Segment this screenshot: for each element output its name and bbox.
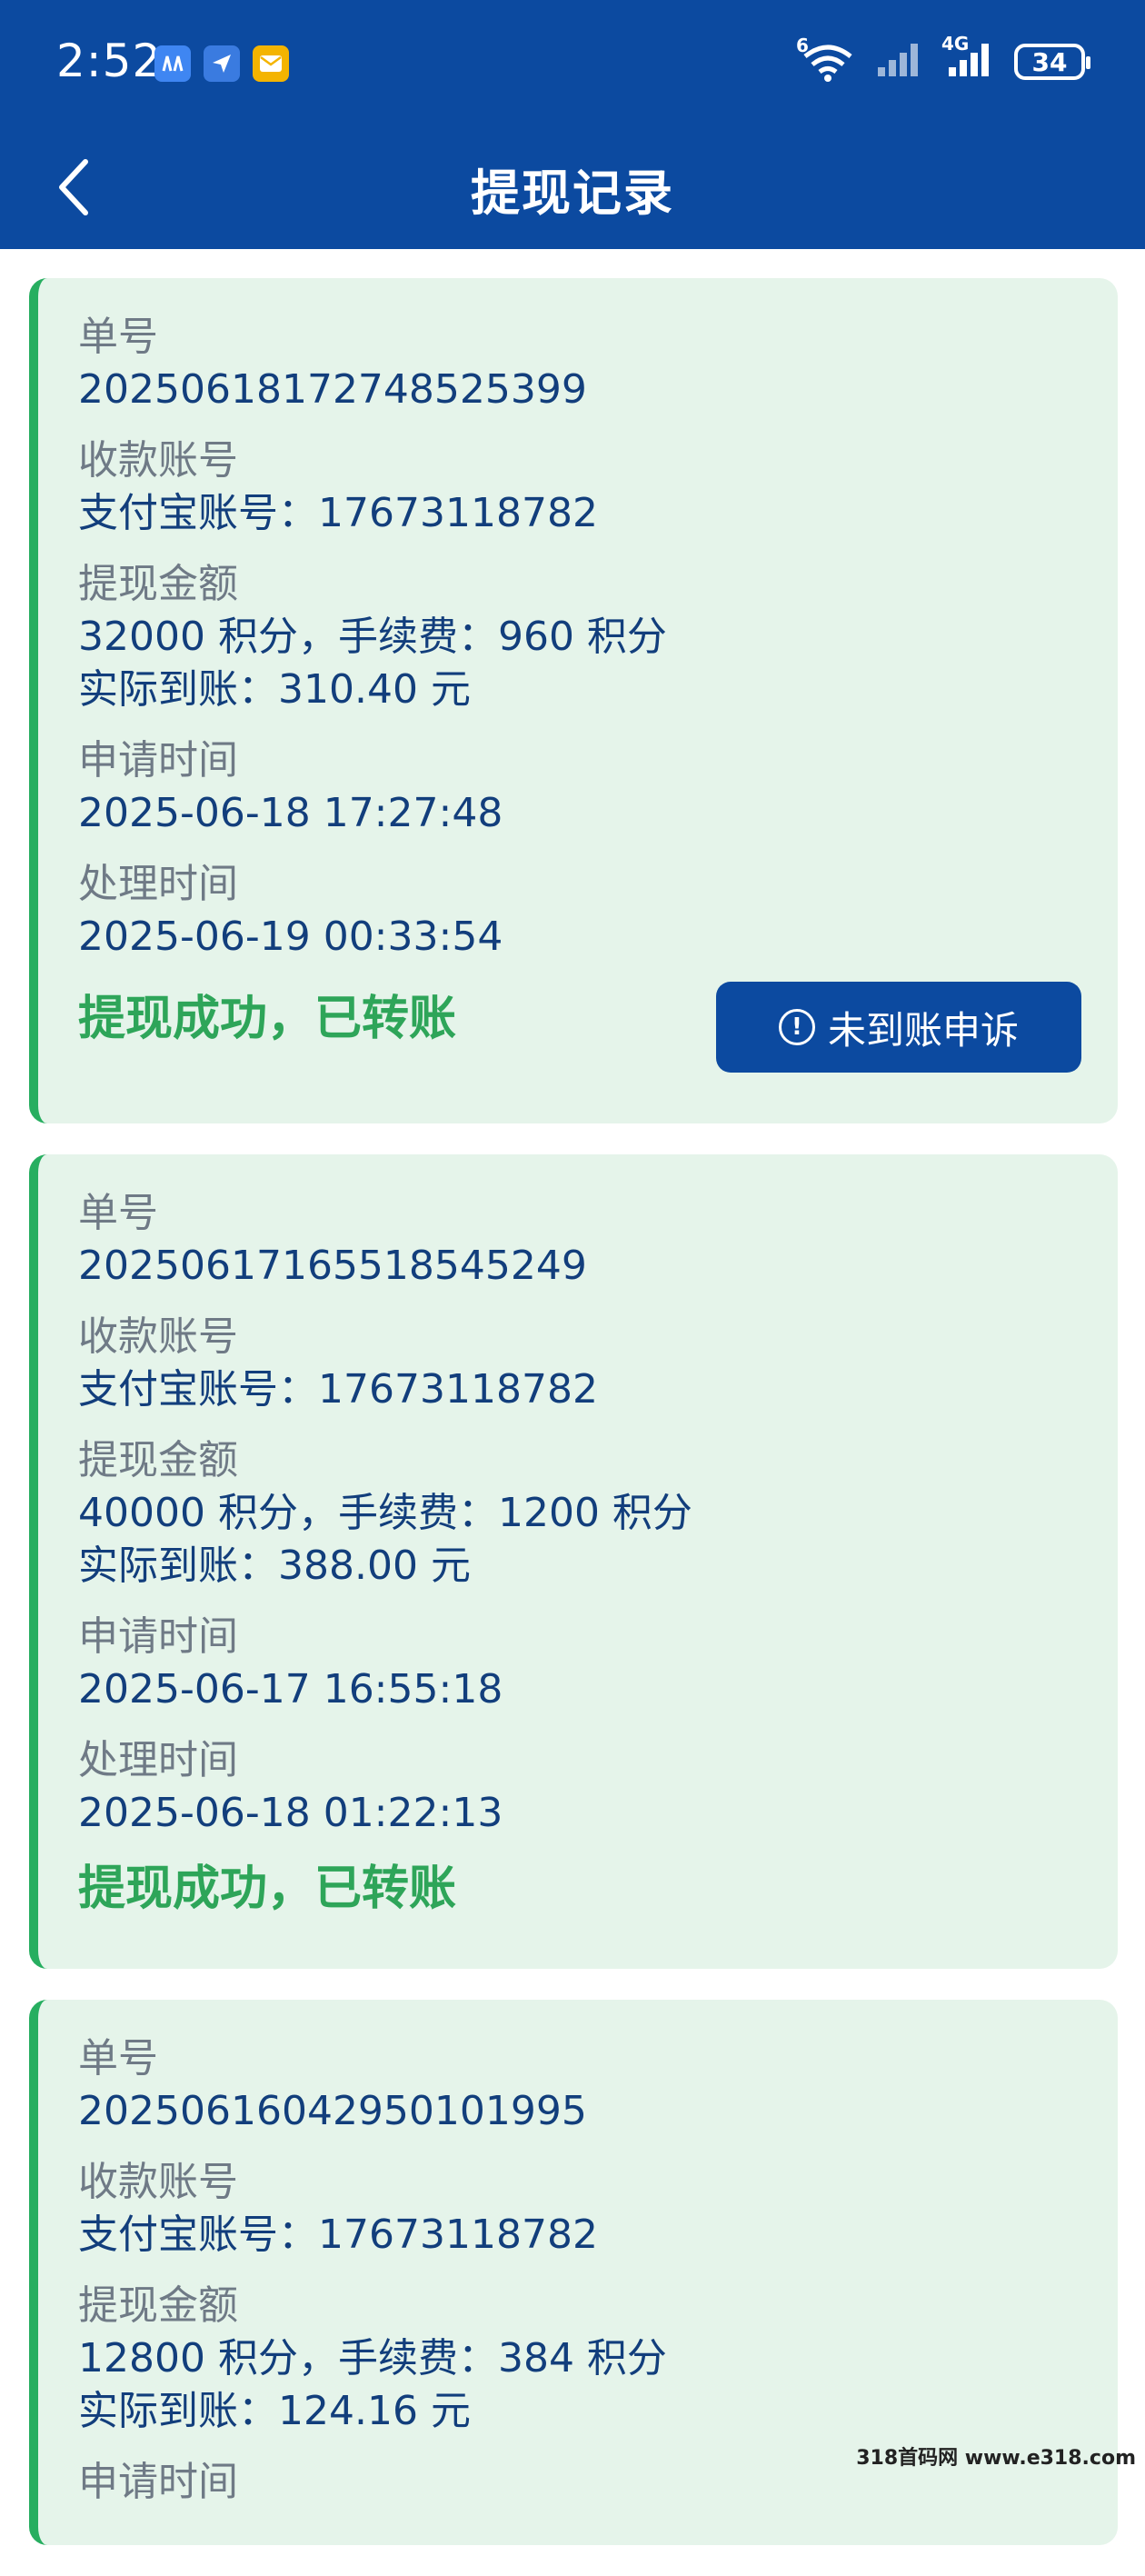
order-no-label: 单号 [78, 1190, 158, 1236]
wifi-tag: 6 [796, 35, 809, 56]
order-no-value: 20250618172748525399 [78, 366, 587, 413]
amount-value: 40000 积分，手续费：1200 积分 [78, 1490, 692, 1536]
received-value: 实际到账：388.00 元 [78, 1543, 471, 1589]
amount-label: 提现金额 [78, 561, 238, 607]
received-value: 实际到账：124.16 元 [78, 2388, 471, 2434]
record-list[interactable]: 单号 20250618172748525399 收款账号 支付宝账号：17673… [29, 278, 1118, 2576]
apply-time-value: 2025-06-17 16:55:18 [78, 1666, 503, 1712]
page-title: 提现记录 [471, 165, 674, 222]
cell-signal-icon-2: 4G [941, 33, 994, 82]
received-value: 实际到账：310.40 元 [78, 666, 471, 713]
status-row: 提现成功，已转账 [78, 1854, 1081, 1916]
status-text: 提现成功，已转账 [78, 991, 457, 1046]
account-value: 支付宝账号：17673118782 [78, 1366, 598, 1413]
apply-time-label: 申请时间 [78, 737, 238, 784]
battery-icon: 34 [1014, 44, 1090, 80]
process-time-value: 2025-06-18 01:22:13 [78, 1790, 503, 1836]
record-card: 单号 20250618172748525399 收款账号 支付宝账号：17673… [29, 278, 1118, 1123]
wifi-icon: 6 [796, 35, 856, 82]
appeal-button[interactable]: ! 未到账申诉 [716, 982, 1081, 1073]
status-time: 2:52 [56, 35, 163, 87]
account-label: 收款账号 [78, 437, 238, 484]
send-icon [204, 45, 240, 82]
amount-value: 12800 积分，手续费：384 积分 [78, 2335, 667, 2381]
status-row: 提现成功，已转账 ! 未到账申诉 [78, 982, 1081, 1073]
order-no-label: 单号 [78, 314, 158, 360]
nav-bar: 提现记录 [0, 127, 1145, 249]
cell-tag: 4G [941, 33, 970, 55]
top-bar: 2:52 6 4G 34 提现记录 [0, 0, 1145, 249]
status-text: 提现成功，已转账 [78, 1861, 457, 1916]
status-right-icons: 6 4G 34 [796, 33, 1090, 82]
account-label: 收款账号 [78, 2159, 238, 2205]
process-time-label: 处理时间 [78, 861, 238, 907]
record-card: 单号 20250617165518545249 收款账号 支付宝账号：17673… [29, 1154, 1118, 1969]
amount-label: 提现金额 [78, 1437, 238, 1483]
appeal-label: 未到账申诉 [827, 1007, 1019, 1053]
watermark: 318首码网 www.e318.com [856, 2447, 1136, 2470]
battery-level: 34 [1031, 46, 1068, 77]
order-no-value: 20250616042950101995 [78, 2088, 587, 2134]
apply-time-label: 申请时间 [78, 1613, 238, 1660]
cell-signal-icon-1 [876, 42, 923, 82]
info-icon: ! [778, 1009, 815, 1045]
account-label: 收款账号 [78, 1313, 238, 1360]
apply-time-value: 2025-06-18 17:27:48 [78, 790, 503, 836]
app-icon [154, 45, 191, 82]
account-value: 支付宝账号：17673118782 [78, 2212, 598, 2258]
process-time-value: 2025-06-19 00:33:54 [78, 914, 503, 960]
amount-value: 32000 积分，手续费：960 积分 [78, 614, 667, 660]
notification-icons [154, 45, 289, 82]
order-no-label: 单号 [78, 2035, 158, 2082]
order-no-value: 20250617165518545249 [78, 1243, 587, 1289]
process-time-label: 处理时间 [78, 1737, 238, 1783]
account-value: 支付宝账号：17673118782 [78, 490, 598, 536]
mail-icon [253, 45, 289, 82]
status-bar: 2:52 6 4G 34 [0, 0, 1145, 127]
amount-label: 提现金额 [78, 2282, 238, 2329]
